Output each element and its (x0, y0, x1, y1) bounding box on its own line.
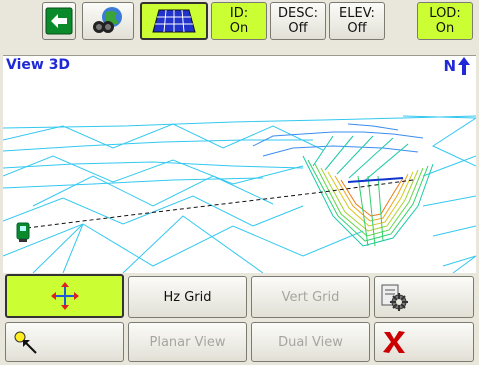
elev-toggle-value: Off (347, 21, 367, 36)
elev-toggle-label: ELEV: (339, 6, 375, 21)
id-toggle-value: On (229, 21, 249, 36)
lod-toggle-value: On (435, 21, 455, 36)
vert-grid-button[interactable]: Vert Grid (251, 276, 370, 318)
id-toggle-label: ID: (229, 6, 249, 21)
close-button[interactable] (374, 322, 474, 362)
pan-button[interactable] (5, 274, 124, 318)
red-x-close-icon (383, 331, 405, 353)
binoculars-button[interactable] (82, 2, 134, 40)
top-toolbar: ID: On DESC: Off ELEV: Off LOD: On (0, 0, 479, 42)
desc-toggle[interactable]: DESC: Off (270, 2, 326, 40)
planar-view-button[interactable]: Planar View (128, 322, 247, 362)
zoom-pointer-icon (14, 331, 37, 354)
view-title: View 3D (6, 57, 71, 73)
id-toggle[interactable]: ID: On (211, 2, 267, 40)
view-3d-canvas[interactable]: View 3D N (3, 55, 476, 273)
lod-toggle[interactable]: LOD: On (417, 2, 473, 40)
north-arrow-icon (458, 57, 470, 75)
settings-gear-icon (381, 284, 408, 311)
desc-toggle-label: DESC: (278, 6, 318, 21)
lod-toggle-label: LOD: (429, 6, 461, 21)
grid-plane-icon (152, 9, 196, 33)
north-label: N (443, 57, 456, 75)
north-indicator: N (443, 57, 470, 75)
elev-toggle[interactable]: ELEV: Off (329, 2, 385, 40)
zoom-button[interactable] (5, 322, 124, 362)
instrument-station-icon (16, 222, 30, 242)
dual-view-button[interactable]: Dual View (251, 322, 370, 362)
settings-button[interactable] (374, 276, 474, 318)
grid-button[interactable] (140, 2, 208, 40)
pan-cross-arrows-icon (50, 282, 79, 310)
hz-grid-button[interactable]: Hz Grid (128, 276, 247, 318)
back-button[interactable] (42, 2, 76, 40)
desc-toggle-value: Off (288, 21, 308, 36)
binoculars-globe-icon (93, 7, 122, 33)
left-arrow-icon (45, 7, 73, 35)
tin-surface-mesh (3, 115, 476, 273)
